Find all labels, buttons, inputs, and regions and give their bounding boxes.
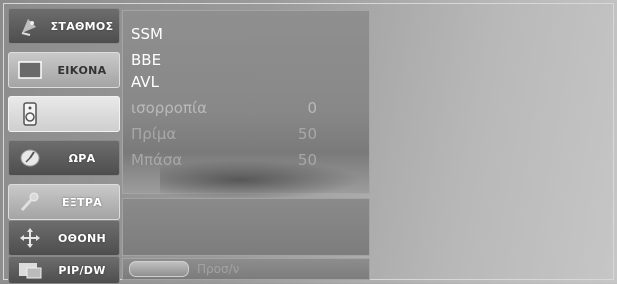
clock-icon <box>15 146 45 170</box>
ssm-option[interactable]: SSM <box>131 23 361 45</box>
main-menu-sidebar: ΣΤΑΘΜΟΣ ΕΙΚΟΝΑ ΩΡΑ ΕΞΤΡΑ ΟΘΟΝΗ PIP/DW <box>8 8 120 284</box>
footer-bar: Προσ/ν <box>122 258 370 280</box>
speaker-icon <box>15 102 45 126</box>
sidebar-item-label: ΩΡΑ <box>68 151 96 165</box>
sidebar-item-pip[interactable]: PIP/DW <box>8 256 120 284</box>
key-icon <box>15 190 45 214</box>
ok-button-icon <box>129 261 189 277</box>
sidebar-item-station[interactable]: ΣΤΑΘΜΟΣ <box>8 8 120 44</box>
bbe-option[interactable]: BBE <box>131 49 361 71</box>
audio-submenu: SSM BBE AVL ισορροπία 0 Πρίμα 50 Μπάσα 5… <box>122 10 370 194</box>
balance-label: ισορροπία <box>131 99 207 117</box>
sidebar-item-time[interactable]: ΩΡΑ <box>8 140 120 176</box>
submenu-lower-panel <box>122 198 370 256</box>
balance-value: 0 <box>307 99 317 117</box>
picture-icon <box>15 58 45 82</box>
move-arrows-icon <box>15 226 45 250</box>
sidebar-item-audio[interactable] <box>8 96 120 132</box>
sidebar-item-screen[interactable]: ΟΘΟΝΗ <box>8 220 120 256</box>
ssm-label: SSM <box>131 25 163 43</box>
treble-label: Πρίμα <box>131 125 177 143</box>
bass-label: Μπάσα <box>131 151 183 169</box>
sidebar-item-label: PIP/DW <box>58 263 106 277</box>
footer-label: Προσ/ν <box>197 262 240 276</box>
sidebar-item-picture[interactable]: ΕΙΚΟΝΑ <box>8 52 120 88</box>
pip-icon <box>15 258 45 282</box>
satellite-dish-icon <box>15 14 45 38</box>
sidebar-item-label: ΟΘΟΝΗ <box>58 231 106 245</box>
sidebar-item-extra[interactable]: ΕΞΤΡΑ <box>8 184 120 220</box>
treble-option[interactable]: Πρίμα 50 <box>131 123 361 145</box>
balance-option[interactable]: ισορροπία 0 <box>131 97 361 119</box>
avl-option[interactable]: AVL <box>131 71 361 93</box>
bass-option[interactable]: Μπάσα 50 <box>131 149 361 171</box>
sidebar-item-label: ΕΞΤΡΑ <box>61 195 103 209</box>
sidebar-item-label: ΣΤΑΘΜΟΣ <box>50 19 114 33</box>
avl-label: AVL <box>131 73 159 91</box>
bbe-label: BBE <box>131 51 162 69</box>
sidebar-item-label: ΕΙΚΟΝΑ <box>57 63 107 77</box>
bass-value: 50 <box>297 151 317 169</box>
treble-value: 50 <box>297 125 317 143</box>
